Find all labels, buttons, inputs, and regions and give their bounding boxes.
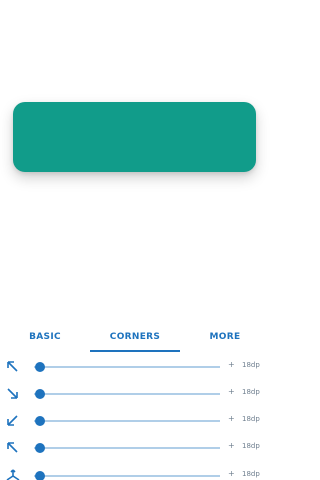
slider-thumb[interactable] [34,471,45,480]
increment-button[interactable]: + [228,441,235,450]
slider-value: 18dp [242,470,260,478]
slider-track[interactable] [34,366,220,368]
slider-track[interactable] [34,393,220,395]
arrow-bottom-right-icon [7,388,18,399]
slider-value: 18dp [242,361,260,369]
preview-card [13,102,256,172]
slider-thumb[interactable] [34,416,45,426]
slider-track[interactable] [34,420,220,422]
increment-button[interactable]: + [228,360,235,369]
arrow-top-left-icon [7,361,18,372]
tab-more[interactable]: MORE [195,322,255,352]
slider-track[interactable] [34,475,220,477]
increment-button[interactable]: + [228,469,235,478]
slider-row-bottom-right: + 18dp [0,438,270,462]
slider-row-top-left: + 18dp [0,357,270,381]
corner-editor-screen: BASIC CORNERS MORE + 18dp + 18dp + 18dp [0,0,270,480]
tab-bar: BASIC CORNERS MORE [0,322,270,352]
slider-row-all: + 18dp [0,466,270,480]
slider-value: 18dp [242,415,260,423]
slider-value: 18dp [242,442,260,450]
tab-indicator [90,350,180,352]
slider-row-top-right: + 18dp [0,384,270,408]
slider-value: 18dp [242,388,260,396]
slider-thumb[interactable] [34,389,45,399]
slider-track[interactable] [34,447,220,449]
tab-basic[interactable]: BASIC [14,322,76,352]
increment-button[interactable]: + [228,387,235,396]
arrow-bottom-left-icon [7,415,18,426]
increment-button[interactable]: + [228,414,235,423]
slider-thumb[interactable] [34,443,45,453]
slider-thumb[interactable] [34,362,45,372]
all-corners-icon [6,469,20,480]
arrow-top-left-outward-icon [7,442,18,453]
slider-row-bottom-left: + 18dp [0,411,270,435]
tab-corners[interactable]: CORNERS [90,322,180,352]
